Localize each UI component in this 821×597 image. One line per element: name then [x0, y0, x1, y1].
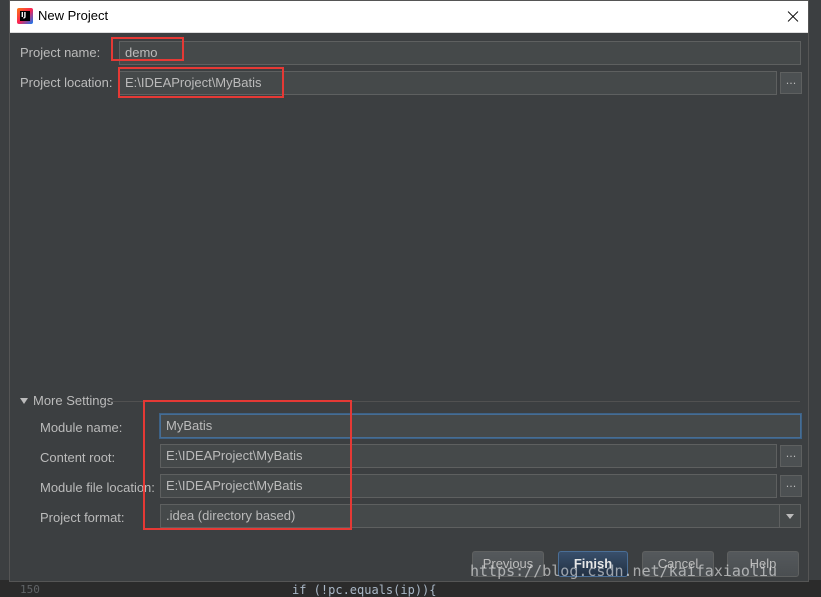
section-divider [110, 401, 800, 402]
module-file-location-browse-button[interactable]: ... [780, 475, 802, 497]
triangle-down-icon [20, 397, 28, 404]
project-format-select[interactable]: .idea (directory based) [160, 504, 801, 528]
background-code-line: if (!pc.equals(ip)){ [292, 583, 437, 597]
project-format-label: Project format: [40, 510, 125, 525]
intellij-idea-icon: IJ [17, 8, 33, 24]
content-root-input[interactable]: E:\IDEAProject\MyBatis [160, 444, 777, 468]
new-project-dialog: IJ New Project Project name: demo Projec… [9, 0, 809, 582]
project-name-input[interactable]: demo [119, 41, 801, 65]
module-file-location-input[interactable]: E:\IDEAProject\MyBatis [160, 474, 777, 498]
background-editor-left [0, 0, 9, 596]
project-location-label: Project location: [20, 75, 113, 90]
dialog-title: New Project [38, 8, 109, 23]
content-root-label: Content root: [40, 450, 116, 465]
project-location-input[interactable]: E:\IDEAProject\MyBatis [119, 71, 777, 95]
module-name-input[interactable]: MyBatis [160, 414, 801, 438]
background-line-number: 150 [20, 583, 40, 596]
chevron-down-icon[interactable] [779, 505, 800, 527]
more-settings-toggle[interactable]: More Settings [20, 393, 113, 408]
project-location-browse-button[interactable]: ... [780, 72, 802, 94]
dialog-titlebar: IJ New Project [10, 1, 808, 33]
module-file-location-label: Module file location: [40, 480, 155, 495]
close-icon[interactable] [778, 1, 808, 32]
background-editor-right [809, 0, 821, 596]
project-format-value: .idea (directory based) [166, 508, 296, 523]
module-name-label: Module name: [40, 420, 123, 435]
content-root-browse-button[interactable]: ... [780, 445, 802, 467]
project-name-label: Project name: [20, 45, 101, 60]
more-settings-label: More Settings [33, 393, 114, 408]
watermark: https://blog.csdn.net/kaifaxiaoliu [470, 562, 778, 580]
app-icon-text: IJ [21, 11, 27, 19]
